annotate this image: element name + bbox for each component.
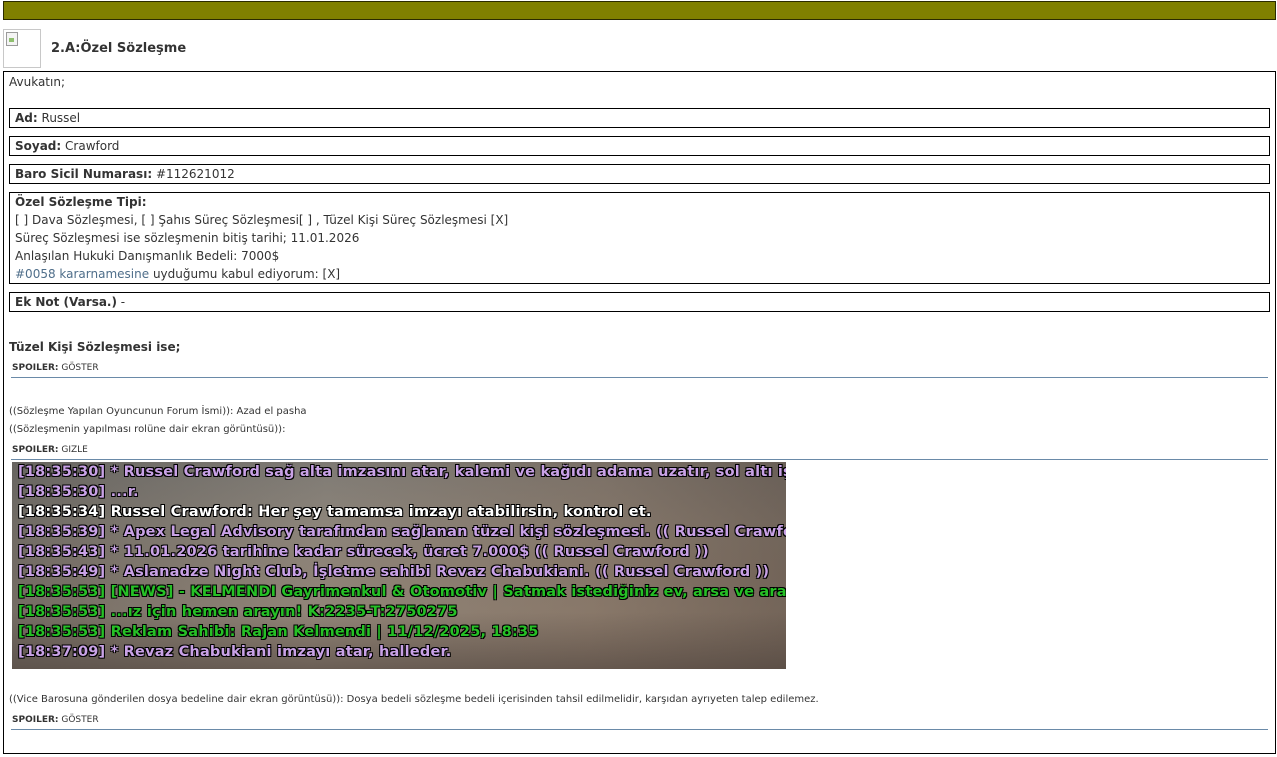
chat-line: [18:35:34] Russel Crawford: Her şey tama… bbox=[18, 504, 652, 520]
forum-name-line: ((Sözleşme Yapılan Oyuncunun Forum İsmi)… bbox=[9, 406, 307, 417]
spoiler-toggle-2[interactable]: SPOILER: GIZLE bbox=[11, 444, 1268, 460]
chat-line: [18:35:49] * Aslanadze Night Club, İşlet… bbox=[18, 564, 770, 580]
spoiler-toggle-3[interactable]: SPOILER: GÖSTER bbox=[11, 714, 1268, 730]
page-title: 2.A:Özel Sözleşme bbox=[51, 41, 187, 56]
soyad-label: Soyad: bbox=[15, 139, 62, 153]
baro-label: Baro Sicil Numarası: bbox=[15, 167, 153, 181]
field-soyad: Soyad: Crawford bbox=[9, 136, 1270, 156]
ad-value: Russel bbox=[41, 111, 81, 125]
spoiler-label: SPOILER: bbox=[12, 445, 59, 455]
chat-line: [18:35:30] * Russel Crawford sağ alta im… bbox=[18, 464, 786, 480]
chatlog-screenshot: [18:35:30] * Russel Crawford sağ alta im… bbox=[12, 462, 786, 669]
screenshot-floor bbox=[12, 612, 786, 669]
spoiler-toggle-1[interactable]: SPOILER: GÖSTER bbox=[11, 362, 1268, 378]
baro-value: #112621012 bbox=[155, 167, 235, 181]
section-title: Tüzel Kişi Sözleşmesi ise; bbox=[9, 340, 181, 354]
soyad-value: Crawford bbox=[65, 139, 120, 153]
chat-line: [18:35:39] * Apex Legal Advisory tarafın… bbox=[18, 524, 786, 540]
spoiler-action[interactable]: GIZLE bbox=[61, 445, 88, 455]
field-sozlesme-tipi: Özel Sözleşme Tipi: [ ] Dava Sözleşmesi,… bbox=[9, 192, 1270, 284]
spoiler-action[interactable]: GÖSTER bbox=[61, 715, 98, 725]
field-ek-not: Ek Not (Varsa.) - bbox=[9, 292, 1270, 312]
type-line-3: Anlaşılan Hukuki Danışmanlık Bedeli: 700… bbox=[15, 249, 280, 263]
intro-text: Avukatın; bbox=[9, 75, 65, 89]
screenshot-caption: ((Sözleşmenin yapılması rolüne dair ekra… bbox=[9, 424, 286, 435]
field-ad: Ad: Russel bbox=[9, 108, 1270, 128]
type-line-2: Süreç Sözleşmesi ise sözleşmenin bitiş t… bbox=[15, 231, 360, 245]
spoiler-label: SPOILER: bbox=[12, 363, 59, 373]
spoiler-action[interactable]: GÖSTER bbox=[61, 363, 98, 373]
type-line-1: [ ] Dava Sözleşmesi, [ ] Şahıs Süreç Söz… bbox=[15, 213, 509, 227]
chat-line: [18:35:53] [NEWS] - KELMENDI Gayrimenkul… bbox=[18, 584, 786, 600]
note-label: Ek Not (Varsa.) bbox=[15, 295, 117, 309]
spoiler-label: SPOILER: bbox=[12, 715, 59, 725]
chat-line: [18:35:43] * 11.01.2026 tarihine kadar s… bbox=[18, 544, 709, 560]
chat-line: [18:35:53] ...ız için hemen arayın! K:22… bbox=[18, 604, 458, 620]
contract-form-panel: Avukatın; Ad: Russel Soyad: Crawford Bar… bbox=[3, 71, 1276, 754]
top-banner-bar bbox=[3, 1, 1276, 20]
ad-label: Ad: bbox=[15, 111, 38, 125]
broken-image-icon bbox=[6, 32, 18, 46]
type-line-4: #0058 kararnamesine uyduğumu kabul ediyo… bbox=[15, 265, 1264, 283]
fee-line: ((Vice Barosuna gönderilen dosya bedelin… bbox=[9, 694, 819, 705]
post-icon-image bbox=[3, 29, 41, 68]
chat-line: [18:37:09] * Revaz Chabukiani imzayı ata… bbox=[18, 644, 452, 660]
chat-line: [18:35:30] ...r. bbox=[18, 484, 139, 500]
type-label: Özel Sözleşme Tipi: bbox=[15, 195, 147, 209]
note-value: - bbox=[116, 295, 126, 309]
kararname-link[interactable]: #0058 kararnamesine bbox=[15, 267, 149, 281]
type-line-4-rest: uyduğumu kabul ediyorum: [X] bbox=[149, 267, 341, 281]
chat-line: [18:35:53] Reklam Sahibi: Rajan Kelmendi… bbox=[18, 624, 539, 640]
field-baro-sicil: Baro Sicil Numarası: #112621012 bbox=[9, 164, 1270, 184]
